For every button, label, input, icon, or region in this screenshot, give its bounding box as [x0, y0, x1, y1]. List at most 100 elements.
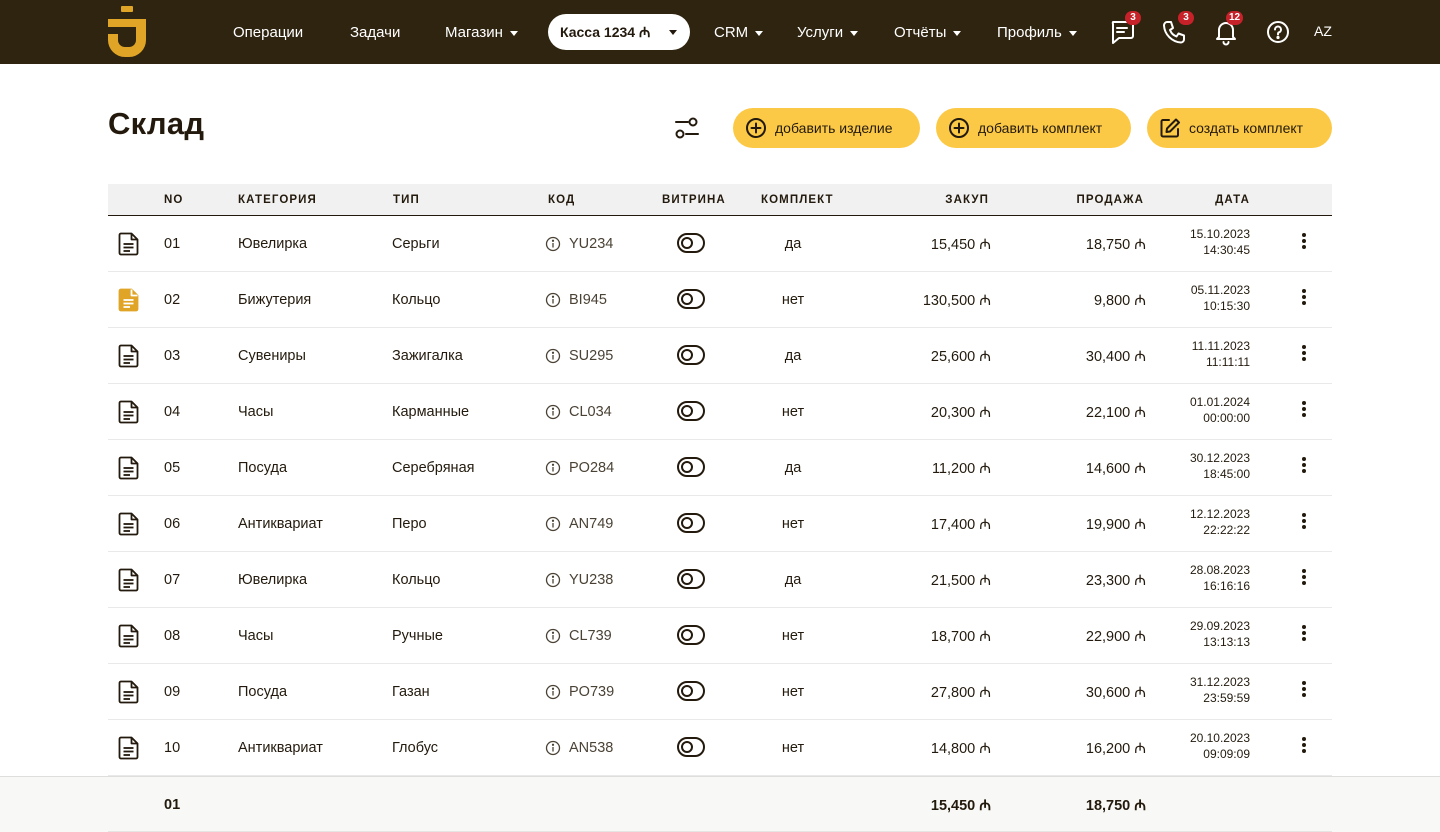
cell-date: 01.01.2024 00:00:00 — [1168, 394, 1250, 426]
row-actions-button[interactable] — [1294, 455, 1314, 479]
nav-reports-label: Отчёты — [894, 23, 947, 41]
info-icon[interactable] — [545, 460, 561, 476]
column-header-code[interactable]: КОД — [548, 184, 575, 215]
info-icon[interactable] — [545, 404, 561, 420]
nav-store[interactable]: Магазин — [445, 0, 518, 64]
row-actions-button[interactable] — [1294, 623, 1314, 647]
row-actions-button[interactable] — [1294, 567, 1314, 591]
cell-type: Зажигалка — [392, 347, 463, 364]
language-switch[interactable]: AZ — [1314, 23, 1332, 39]
calls-button[interactable]: 3 — [1160, 11, 1194, 46]
time-value: 22:22:22 — [1203, 523, 1250, 537]
register-selector[interactable]: Касса 1234 ₼ — [548, 14, 690, 50]
row-actions-button[interactable] — [1294, 511, 1314, 535]
cell-set: нет — [781, 627, 805, 644]
nav-tasks[interactable]: Задачи — [350, 0, 400, 64]
info-icon[interactable] — [545, 740, 561, 756]
info-icon[interactable] — [545, 516, 561, 532]
table-row[interactable]: 02 Бижутерия Кольцо BI945 нет 130,500 ₼ … — [108, 272, 1332, 328]
showcase-toggle[interactable] — [677, 625, 705, 645]
toggle-knob — [681, 629, 693, 641]
showcase-toggle[interactable] — [677, 289, 705, 309]
messages-button[interactable]: 3 — [1108, 11, 1141, 46]
column-header-category[interactable]: КАТЕГОРИЯ — [238, 184, 317, 215]
document-icon[interactable] — [118, 568, 140, 592]
nav-operations[interactable]: Операции — [233, 0, 303, 64]
nav-profile[interactable]: Профиль — [997, 0, 1077, 64]
cell-no: 08 — [164, 627, 181, 644]
showcase-toggle[interactable] — [677, 681, 705, 701]
nav-crm[interactable]: CRM — [714, 0, 764, 64]
cell-sale: 19,900 ₼ — [1085, 516, 1146, 533]
document-icon[interactable] — [118, 400, 140, 424]
document-icon[interactable] — [118, 624, 140, 648]
showcase-toggle[interactable] — [677, 457, 705, 477]
help-button[interactable] — [1264, 18, 1292, 46]
row-actions-button[interactable] — [1294, 287, 1314, 311]
add-item-button[interactable]: добавить изделие — [733, 108, 920, 148]
cell-date: 31.12.2023 23:59:59 — [1168, 674, 1250, 706]
cell-date: 15.10.2023 14:30:45 — [1168, 226, 1250, 258]
column-header-showcase[interactable]: ВИТРИНА — [662, 184, 726, 215]
column-header-sale[interactable]: ПРОДАЖА — [1043, 184, 1144, 215]
cell-code: PO284 — [545, 440, 614, 495]
table-row[interactable]: 01 Ювелирка Серьги YU234 да 15,450 ₼ 18,… — [108, 216, 1332, 272]
info-icon[interactable] — [545, 572, 561, 588]
cell-set: нет — [781, 739, 805, 756]
showcase-toggle[interactable] — [677, 513, 705, 533]
showcase-toggle[interactable] — [677, 569, 705, 589]
table-row[interactable]: 08 Часы Ручные CL739 нет 18,700 ₼ 22,900… — [108, 608, 1332, 664]
showcase-toggle[interactable] — [677, 345, 705, 365]
create-set-button[interactable]: создать комплект — [1147, 108, 1332, 148]
cell-purchase: 20,300 ₼ — [930, 404, 991, 421]
page-title: Склад — [108, 106, 205, 141]
more-vertical-icon — [1294, 289, 1314, 305]
table-row[interactable]: 06 Антиквариат Перо AN749 нет 17,400 ₼ 1… — [108, 496, 1332, 552]
table-row[interactable]: 07 Ювелирка Кольцо YU238 да 21,500 ₼ 23,… — [108, 552, 1332, 608]
info-icon[interactable] — [545, 684, 561, 700]
cell-type: Глобус — [392, 739, 439, 756]
cell-date: 20.10.2023 09:09:09 — [1168, 730, 1250, 762]
row-actions-button[interactable] — [1294, 735, 1314, 759]
row-actions-button[interactable] — [1294, 679, 1314, 703]
cell-sale: 30,400 ₼ — [1085, 348, 1146, 365]
add-set-button[interactable]: добавить комплект — [936, 108, 1131, 148]
nav-services[interactable]: Услуги — [797, 0, 859, 64]
info-icon[interactable] — [545, 236, 561, 252]
row-actions-button[interactable] — [1294, 343, 1314, 367]
row-actions-button[interactable] — [1294, 231, 1314, 255]
document-icon[interactable] — [118, 232, 140, 256]
info-icon[interactable] — [545, 348, 561, 364]
table-row[interactable]: 05 Посуда Серебряная PO284 да 11,200 ₼ 1… — [108, 440, 1332, 496]
document-icon[interactable] — [118, 736, 140, 760]
showcase-toggle[interactable] — [677, 737, 705, 757]
notifications-button[interactable]: 12 — [1212, 11, 1244, 46]
showcase-toggle[interactable] — [677, 233, 705, 253]
info-icon[interactable] — [545, 628, 561, 644]
filter-icon[interactable] — [673, 113, 701, 141]
code-text: AN749 — [569, 515, 614, 532]
table-row[interactable]: 04 Часы Карманные CL034 нет 20,300 ₼ 22,… — [108, 384, 1332, 440]
row-actions-button[interactable] — [1294, 399, 1314, 423]
column-header-date[interactable]: ДАТА — [1168, 184, 1250, 215]
showcase-toggle[interactable] — [677, 401, 705, 421]
logo-icon[interactable] — [108, 6, 146, 58]
cell-no: 03 — [164, 347, 181, 364]
column-header-type[interactable]: ТИП — [393, 184, 420, 215]
document-icon[interactable] — [118, 680, 140, 704]
column-header-purchase[interactable]: ЗАКУП — [888, 184, 989, 215]
table-row[interactable]: 09 Посуда Газан PO739 нет 27,800 ₼ 30,60… — [108, 664, 1332, 720]
table-row[interactable]: 10 Антиквариат Глобус AN538 нет 14,800 ₼… — [108, 720, 1332, 776]
table-row[interactable]: 03 Сувениры Зажигалка SU295 да 25,600 ₼ … — [108, 328, 1332, 384]
column-header-set[interactable]: КОМПЛЕКТ — [761, 184, 834, 215]
column-header-no[interactable]: NO — [164, 184, 183, 215]
document-icon[interactable] — [118, 288, 140, 312]
document-icon[interactable] — [118, 456, 140, 480]
document-icon[interactable] — [118, 344, 140, 368]
time-value: 13:13:13 — [1203, 635, 1250, 649]
more-vertical-icon — [1294, 233, 1314, 249]
document-icon[interactable] — [118, 512, 140, 536]
nav-reports[interactable]: Отчёты — [894, 0, 962, 64]
info-icon[interactable] — [545, 292, 561, 308]
more-vertical-icon — [1294, 681, 1314, 697]
